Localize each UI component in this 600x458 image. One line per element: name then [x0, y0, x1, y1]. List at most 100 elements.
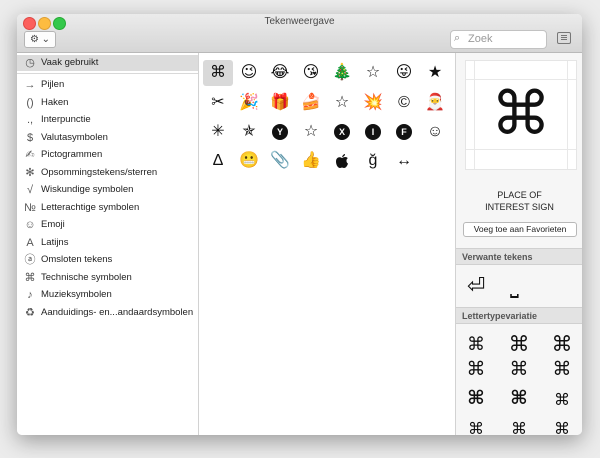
smiley-icon: ☺: [24, 219, 36, 231]
sidebar-item-label: Pictogrammen: [41, 149, 103, 160]
char-cell-paperclip-emoji[interactable]: 📎: [265, 148, 295, 174]
char-cell-kiss-emoji[interactable]: 😘: [296, 60, 326, 86]
sidebar-item-pictogrammen[interactable]: ✍ Pictogrammen: [17, 147, 198, 163]
char-cell-circled-y[interactable]: Y: [265, 119, 295, 145]
sidebar-item-omsloten-tekens[interactable]: ⓐ Omsloten tekens: [17, 252, 198, 268]
char-cell-white-star[interactable]: ☆: [358, 60, 388, 86]
font-variation-glyph[interactable]: ⌘: [547, 419, 577, 435]
char-cell-apple-logo[interactable]: [327, 148, 357, 174]
char-cell-outline-star[interactable]: ☆: [327, 90, 357, 116]
circled-letter-x: X: [334, 123, 350, 140]
char-cell-g-breve[interactable]: ğ: [358, 148, 388, 174]
command-key-icon: ⌘: [24, 271, 36, 284]
char-cell-grimacing-emoji[interactable]: 😬: [234, 148, 264, 174]
related-return-symbol[interactable]: ⏎: [467, 273, 485, 299]
sidebar-item-label: Haken: [41, 96, 69, 108]
circled-letter-f: F: [396, 123, 412, 140]
sidebar-item-latijns[interactable]: A Latijns: [17, 235, 198, 251]
char-cell-star-outline[interactable]: ☆: [296, 119, 326, 145]
char-cell-santa-emoji[interactable]: 🎅: [420, 90, 450, 116]
font-variation-glyph[interactable]: ⌘: [461, 358, 491, 380]
font-variation-glyph[interactable]: ⌘: [504, 387, 534, 409]
sidebar-item-opsommingstekens[interactable]: ✻ Opsommingstekens/sterren: [17, 165, 198, 181]
sidebar-item-technische-symbolen[interactable]: ⌘ Technische symbolen: [17, 270, 198, 286]
character-name-line-1: PLACE OF: [497, 190, 542, 200]
char-cell-smiling-face[interactable]: ☺: [420, 119, 450, 145]
char-cell-gift-emoji[interactable]: 🎁: [265, 90, 295, 116]
sidebar-item-label: Pijlen: [41, 79, 65, 90]
font-variation-glyph[interactable]: ⌘: [504, 419, 534, 435]
preview-guide-line: [466, 149, 576, 150]
char-cell-cake-emoji[interactable]: 🍰: [296, 90, 326, 116]
char-cell-black-star[interactable]: ★: [420, 60, 450, 86]
currency-icon: $: [26, 131, 34, 144]
sidebar-item-valutasymbolen[interactable]: $ Valutasymbolen: [17, 130, 198, 146]
gear-menu-button[interactable]: ⚙ ⌄: [24, 31, 56, 48]
char-cell-tears-of-joy-emoji[interactable]: 😂: [265, 60, 295, 86]
circled-letter-y: Y: [272, 123, 288, 140]
brackets-icon: (): [26, 96, 34, 109]
sidebar-divider: [17, 73, 198, 74]
numero-icon: №: [24, 201, 36, 214]
sidebar-item-label: Latijns: [41, 236, 69, 248]
font-variation-glyph[interactable]: ⌘: [504, 358, 534, 380]
char-cell-increment[interactable]: ∆: [203, 148, 233, 174]
search-placeholder: Zoek: [468, 33, 493, 45]
search-field[interactable]: ⌕ Zoek: [450, 30, 547, 49]
related-characters-header: Verwante tekens: [456, 248, 582, 265]
font-variation-glyph[interactable]: ⌘: [504, 332, 534, 356]
sidebar-item-label: Wiskundige symbolen: [41, 184, 134, 195]
font-variation-glyph[interactable]: ⌘: [461, 387, 491, 409]
pictograph-icon: ✍: [25, 149, 35, 161]
char-cell-scissors[interactable]: ✂: [203, 90, 233, 116]
sidebar-item-label: Aanduidings- en...andaardsymbolen: [41, 306, 194, 318]
char-cell-christmas-tree-emoji[interactable]: 🎄: [327, 60, 357, 86]
font-variation-glyph[interactable]: ⌘: [547, 358, 577, 380]
char-cell-collision-emoji[interactable]: 💥: [358, 90, 388, 116]
character-detail-panel: ⌘ PLACE OF INTEREST SIGN Voeg toe aan Fa…: [455, 53, 582, 435]
sidebar-item-label: Technische symbolen: [41, 271, 132, 283]
clock-icon: ◷: [25, 57, 35, 69]
char-cell-eight-spoked-asterisk[interactable]: ✳: [203, 119, 233, 145]
character-viewer-window: Tekenweergave ⚙ ⌄ ⌕ Zoek ◷ Vaak gebruikt…: [17, 14, 582, 435]
char-cell-outlined-star[interactable]: ✯: [234, 119, 264, 145]
sidebar-item-pijlen[interactable]: → Pijlen: [17, 77, 198, 93]
sidebar-item-aanduidingssymbolen[interactable]: ♻ Aanduidings- en...andaardsymbolen: [17, 305, 198, 321]
related-open-box-symbol[interactable]: ⎵: [510, 273, 519, 299]
sidebar-item-label: Valutasymbolen: [41, 131, 108, 143]
sidebar-item-label: Vaak gebruikt: [41, 57, 99, 68]
char-cell-tongue-emoji[interactable]: 😜: [389, 60, 419, 86]
sidebar-item-letterachtige-symbolen[interactable]: № Letterachtige symbolen: [17, 200, 198, 216]
char-cell-circled-x[interactable]: X: [327, 119, 357, 145]
sidebar-item-interpunctie[interactable]: ., Interpunctie: [17, 112, 198, 128]
char-cell-command-key[interactable]: ⌘: [203, 60, 233, 86]
font-variation-glyph[interactable]: ⌘: [461, 419, 491, 435]
sidebar-item-wiskundige-symbolen[interactable]: √ Wiskundige symbolen: [17, 182, 198, 198]
char-cell-circled-i[interactable]: I: [358, 119, 388, 145]
search-icon: ⌕: [454, 32, 461, 44]
sidebar-item-label: Muzieksymbolen: [41, 289, 112, 300]
add-to-favorites-button[interactable]: Voeg toe aan Favorieten: [463, 222, 577, 237]
char-cell-wink-emoji[interactable]: 😉: [234, 60, 264, 86]
font-variation-glyph[interactable]: ⌘: [547, 332, 577, 356]
category-sidebar: ◷ Vaak gebruikt → Pijlen () Haken ., Int…: [17, 53, 199, 435]
preview-glyph: ⌘: [491, 79, 551, 149]
sidebar-item-label: Interpunctie: [41, 114, 91, 125]
sidebar-item-emoji[interactable]: ☺ Emoji: [17, 217, 198, 233]
char-cell-party-popper-emoji[interactable]: 🎉: [234, 90, 264, 116]
char-cell-left-right-arrow[interactable]: ↔: [389, 148, 419, 174]
character-grid: ⌘ 😉 😂 😘 🎄 ☆ 😜 ★ ✂ 🎉 🎁 🍰 ☆ 💥 © 🎅 ✳ ✯ Y ☆ …: [199, 53, 455, 435]
sidebar-item-haken[interactable]: () Haken: [17, 95, 198, 111]
char-cell-thumbs-up-emoji[interactable]: 👍: [296, 148, 326, 174]
font-variation-glyph[interactable]: ⌘: [547, 390, 577, 409]
sidebar-item-label: Emoji: [41, 219, 65, 230]
font-variation-glyph[interactable]: ⌘: [461, 334, 491, 355]
char-cell-copyright[interactable]: ©: [389, 90, 419, 116]
circled-letter-icon: ⓐ: [24, 254, 36, 266]
character-preview: ⌘: [465, 60, 577, 170]
sidebar-item-vaak-gebruikt[interactable]: ◷ Vaak gebruikt: [17, 55, 198, 71]
sidebar-item-muzieksymbolen[interactable]: ♪ Muzieksymbolen: [17, 287, 198, 303]
char-cell-circled-f[interactable]: F: [389, 119, 419, 145]
sidebar-item-label: Opsommingstekens/sterren: [41, 166, 158, 178]
sidebar-toggle-icon[interactable]: [557, 32, 571, 44]
